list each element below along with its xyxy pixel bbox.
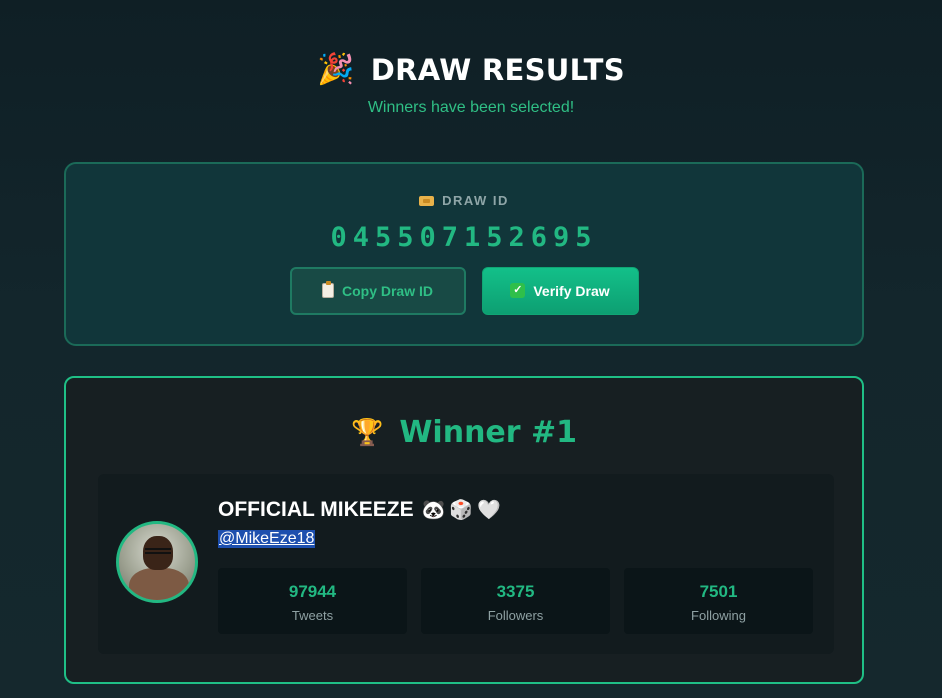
winner-title-text: Winner #1 (399, 415, 578, 450)
clipboard-icon (321, 281, 334, 298)
draw-results-page: 🎉 DRAW RESULTS Winners have been selecte… (0, 0, 942, 698)
avatar (116, 521, 198, 603)
winner-handle-link[interactable]: @MikeEze18 (218, 530, 316, 548)
stat-value: 7501 (699, 582, 738, 601)
stat-label: Followers (487, 608, 544, 623)
winner-profile: OFFICIAL MIKEEZE 🐼🎲🤍 @MikeEze18 97944 Tw… (98, 474, 834, 654)
copy-draw-id-button[interactable]: Copy Draw ID (289, 266, 466, 315)
draw-id-value: 045507152695 (330, 221, 598, 253)
draw-id-label-text: DRAW ID (442, 193, 509, 208)
trophy-icon: 🏆 (350, 417, 384, 448)
page-title: 🎉 DRAW RESULTS (317, 52, 625, 87)
stat-following: 7501 Following (624, 568, 813, 634)
winner-title: 🏆 Winner #1 (66, 415, 862, 450)
name-emoji-icons: 🐼🎲🤍 (421, 500, 505, 521)
draw-actions: Copy Draw ID ✓ Verify Draw (66, 266, 862, 315)
winner-stats: 97944 Tweets 3375 Followers 7501 Followi… (218, 568, 813, 634)
stat-value: 3375 (496, 582, 535, 601)
winner-name-text: OFFICIAL MIKEEZE (218, 498, 414, 521)
page-title-text: DRAW RESULTS (370, 52, 625, 87)
draw-id-card: DRAW ID 045507152695 Copy Draw ID ✓ Veri… (64, 162, 864, 346)
stat-label: Following (691, 608, 746, 623)
draw-id-label: DRAW ID (419, 193, 509, 208)
winner-card: 🏆 Winner #1 OFFICIAL MIKEEZE 🐼🎲🤍 @MikeEz… (64, 376, 864, 684)
stat-label: Tweets (291, 608, 334, 623)
verify-draw-label: Verify Draw (533, 282, 610, 299)
stat-value: 97944 (288, 582, 337, 601)
copy-draw-id-label: Copy Draw ID (341, 282, 433, 299)
verify-draw-button[interactable]: ✓ Verify Draw (481, 266, 639, 315)
page-subtitle: Winners have been selected! (367, 99, 575, 116)
header: 🎉 DRAW RESULTS Winners have been selecte… (0, 52, 942, 117)
check-icon: ✓ (510, 283, 526, 298)
stat-tweets: 97944 Tweets (218, 568, 407, 634)
ticket-icon (419, 195, 435, 206)
party-popper-icon: 🎉 (317, 52, 355, 87)
winner-name: OFFICIAL MIKEEZE 🐼🎲🤍 (218, 498, 505, 522)
stat-followers: 3375 Followers (421, 568, 610, 634)
